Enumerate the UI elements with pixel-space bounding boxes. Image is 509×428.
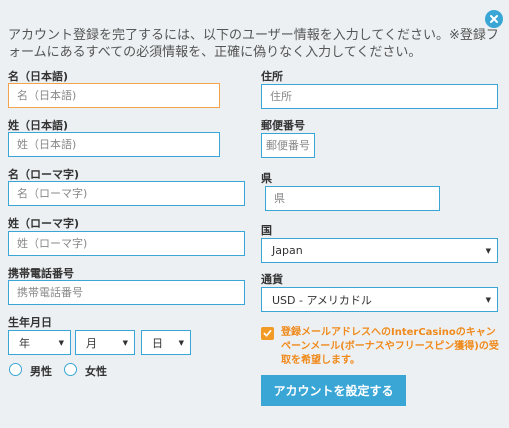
birthdate-label: 生年月日 [8,316,52,329]
mobile-input[interactable] [8,280,245,305]
country-value: Japan [272,244,303,257]
gender-female-radio[interactable] [64,363,77,376]
chevron-down-icon: ▼ [485,295,491,304]
currency-value: USD - アメリカドル [272,293,372,307]
birth-year-select[interactable]: 年 ▼ [8,330,71,355]
intro-text: アカウント登録を完了するには、以下のユーザー情報を入力してください。※登録フォー… [8,28,499,60]
chevron-down-icon: ▼ [178,338,184,347]
optin-checkbox[interactable] [261,327,274,340]
gender-female-label: 女性 [85,365,107,378]
first-name-romaji-label: 名（ローマ字) [8,168,80,181]
first-name-jp-input[interactable] [8,83,220,108]
chevron-down-icon: ▼ [485,246,491,255]
country-label: 国 [261,224,272,237]
last-name-romaji-label: 姓（ローマ字) [8,217,80,230]
currency-label: 通貨 [261,273,283,286]
birth-year-value: 年 [19,336,30,350]
chevron-down-icon: ▼ [58,338,64,347]
first-name-jp-label: 名（日本語) [8,70,69,83]
birth-day-value: 日 [152,336,163,350]
postal-code-input[interactable] [261,133,315,158]
gender-male-radio[interactable] [9,363,22,376]
currency-select[interactable]: USD - アメリカドル ▼ [261,287,498,312]
birth-month-value: 月 [86,336,97,350]
create-account-button[interactable]: アカウントを設定する [261,375,406,406]
birth-day-select[interactable]: 日 ▼ [141,330,191,355]
postal-code-label: 郵便番号 [261,119,305,132]
prefecture-label: 県 [261,172,272,185]
address-label: 住所 [261,70,283,83]
prefecture-input[interactable] [265,186,440,211]
close-icon[interactable] [485,10,503,28]
last-name-jp-input[interactable] [8,132,220,157]
optin-text: 登録メールアドレスへのInterCasinoのキャンペーンメール(ボーナスやフリ… [281,327,499,366]
country-select[interactable]: Japan ▼ [261,238,498,263]
last-name-romaji-input[interactable] [8,231,245,256]
address-input[interactable] [261,84,498,109]
birth-month-select[interactable]: 月 ▼ [75,330,135,355]
checkmark-icon [263,329,272,337]
last-name-jp-label: 姓（日本語) [8,119,69,132]
chevron-down-icon: ▼ [122,338,128,347]
mobile-label: 携帯電話番号 [8,267,74,280]
first-name-romaji-input[interactable] [8,181,245,206]
gender-male-label: 男性 [30,365,52,378]
